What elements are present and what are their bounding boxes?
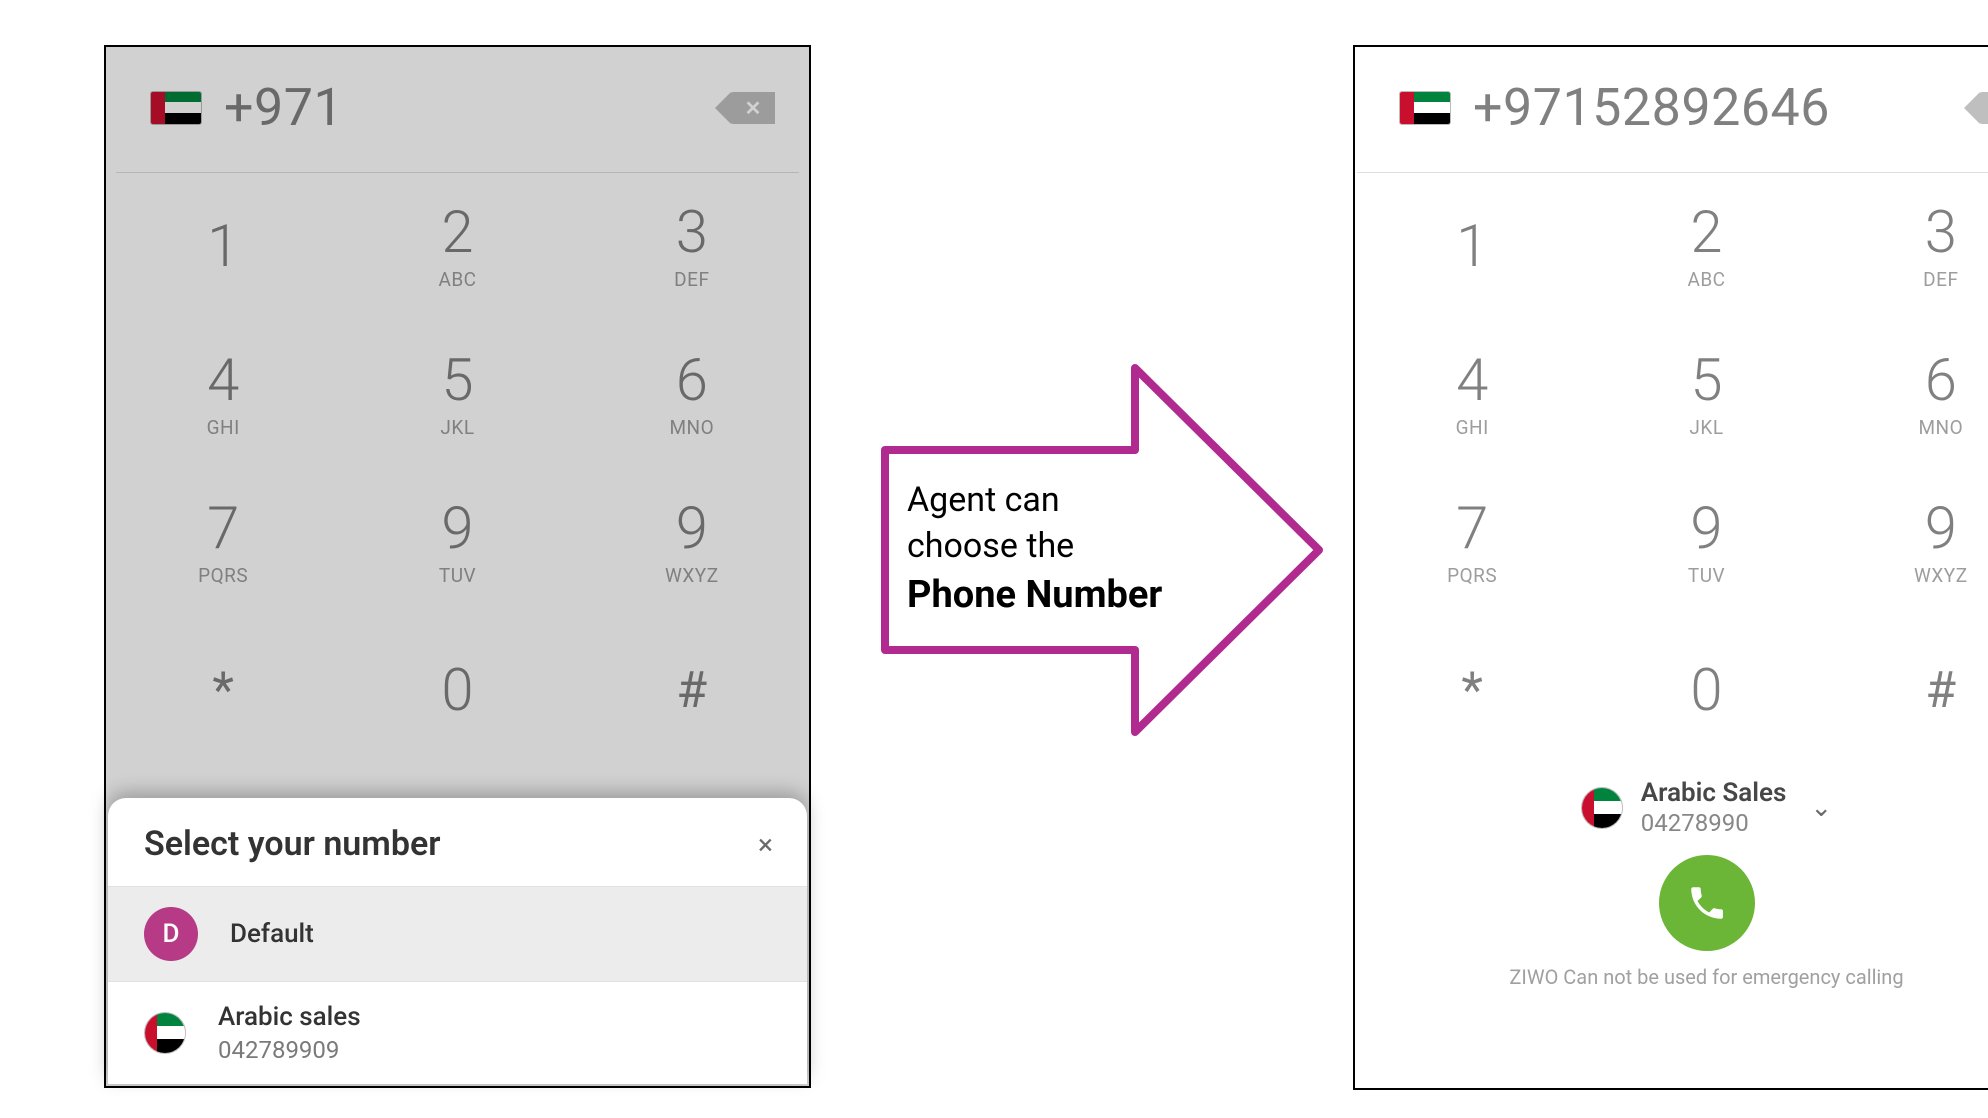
annotation-arrow: Agent can choose the Phone Number (875, 360, 1325, 740)
key-digit: 5 (441, 352, 473, 410)
dialed-number[interactable]: +97152892646 (1473, 77, 1830, 138)
call-button[interactable] (1659, 855, 1755, 951)
caller-id-sheet: Select your number × D Default Arabic sa… (108, 798, 807, 1084)
key-digit: 3 (676, 204, 708, 262)
close-icon[interactable]: × (758, 828, 773, 861)
keypad-key-2[interactable]: 2 ABC (340, 173, 574, 321)
key-letters: TUV (439, 564, 476, 587)
key-digit: 0 (1690, 662, 1722, 720)
keypad-key-0[interactable]: 0 (1589, 617, 1823, 765)
keypad-key-9[interactable]: 9 TUV (340, 469, 574, 617)
backspace-icon: ✕ (745, 98, 762, 118)
keypad-key-*[interactable]: * (106, 617, 340, 765)
dial-keypad: 1 2 ABC 3 DEF 4 GHI 5 JKL 6 MNO 7 PQRS 9 TUV 9 WXYZ * 0 # (1355, 173, 1988, 765)
key-digit: 0 (441, 662, 473, 720)
key-letters: JKL (440, 416, 474, 439)
key-letters: ABC (1687, 268, 1725, 291)
keypad-key-#[interactable]: # (1824, 617, 1988, 765)
key-digit: # (676, 666, 707, 716)
key-letters: GHI (207, 416, 240, 439)
key-letters: JKL (1689, 416, 1723, 439)
keypad-key-1[interactable]: 1 (106, 173, 340, 321)
keypad-key-0[interactable]: 0 (340, 617, 574, 765)
avatar-initial: D (144, 907, 198, 961)
dialer-panel-after: +97152892646 ✕ 1 2 ABC 3 DEF 4 GHI 5 JKL 6 MNO 7 PQR… (1353, 45, 1988, 1090)
key-letters: TUV (1688, 564, 1725, 587)
dialed-number[interactable]: +971 (224, 77, 343, 138)
key-letters: GHI (1456, 416, 1489, 439)
key-digit: 9 (1690, 500, 1722, 558)
key-digit: 6 (676, 352, 708, 410)
option-subtitle: 042789909 (218, 1036, 361, 1064)
number-display: +97152892646 ✕ (1355, 47, 1988, 172)
keypad-key-1[interactable]: 1 (1355, 173, 1589, 321)
key-digit: # (1925, 666, 1956, 716)
country-flag-icon[interactable] (150, 91, 202, 125)
annotation-text: Agent can choose the Phone Number (907, 478, 1162, 621)
keypad-key-3[interactable]: 3 DEF (575, 173, 809, 321)
key-digit: 9 (1925, 500, 1957, 558)
key-digit: 1 (207, 218, 239, 276)
keypad-key-#[interactable]: # (575, 617, 809, 765)
key-letters: PQRS (1447, 564, 1497, 587)
backspace-button[interactable]: ✕ (731, 92, 775, 124)
option-title: Arabic sales (218, 1002, 361, 1032)
sheet-header: Select your number × (108, 798, 807, 886)
keypad-key-9[interactable]: 9 TUV (1589, 469, 1823, 617)
key-letters: WXYZ (665, 564, 719, 587)
key-letters: PQRS (198, 564, 248, 587)
key-digit: 7 (1456, 500, 1488, 558)
caller-id-option-arabic-sales[interactable]: Arabic sales 042789909 (108, 981, 807, 1084)
caller-id-option-default[interactable]: D Default (108, 886, 807, 981)
keypad-key-4[interactable]: 4 GHI (106, 321, 340, 469)
sheet-title: Select your number (144, 824, 440, 864)
key-digit: * (212, 666, 234, 716)
selected-title: Arabic Sales (1641, 779, 1787, 809)
country-flag-icon (144, 1012, 186, 1054)
key-digit: 1 (1456, 218, 1488, 276)
phone-icon (1686, 882, 1728, 924)
keypad-key-9[interactable]: 9 WXYZ (575, 469, 809, 617)
country-flag-icon[interactable] (1399, 91, 1451, 125)
key-letters: DEF (674, 268, 709, 291)
key-digit: 6 (1925, 352, 1957, 410)
key-letters: MNO (669, 416, 714, 439)
caller-id-selector[interactable]: Arabic Sales 04278990 ⌄ (1355, 773, 1988, 837)
keypad-key-7[interactable]: 7 PQRS (1355, 469, 1589, 617)
key-letters: DEF (1923, 268, 1958, 291)
keypad-key-5[interactable]: 5 JKL (340, 321, 574, 469)
keypad-key-3[interactable]: 3 DEF (1824, 173, 1988, 321)
key-digit: 2 (441, 204, 473, 262)
number-display: +971 ✕ (106, 47, 809, 172)
key-digit: 9 (441, 500, 473, 558)
backspace-button[interactable]: ✕ (1980, 92, 1988, 124)
keypad-key-5[interactable]: 5 JKL (1589, 321, 1823, 469)
key-letters: ABC (438, 268, 476, 291)
keypad-key-*[interactable]: * (1355, 617, 1589, 765)
key-letters: MNO (1918, 416, 1963, 439)
selected-subtitle: 04278990 (1641, 809, 1787, 837)
key-digit: 2 (1690, 204, 1722, 262)
keypad-key-6[interactable]: 6 MNO (1824, 321, 1988, 469)
key-digit: 4 (207, 352, 239, 410)
key-digit: 7 (207, 500, 239, 558)
emergency-note: ZIWO Can not be used for emergency calli… (1355, 965, 1988, 1005)
chevron-down-icon: ⌄ (1810, 793, 1832, 823)
dialer-panel-before: +971 ✕ 1 2 ABC 3 DEF 4 GHI 5 JKL 6 MNO 7 PQRS 9 TUV 9 WX… (104, 45, 811, 1088)
keypad-key-6[interactable]: 6 MNO (575, 321, 809, 469)
keypad-key-7[interactable]: 7 PQRS (106, 469, 340, 617)
dial-keypad: 1 2 ABC 3 DEF 4 GHI 5 JKL 6 MNO 7 PQRS 9 TUV 9 WXYZ * 0 # (106, 173, 809, 765)
keypad-key-4[interactable]: 4 GHI (1355, 321, 1589, 469)
key-digit: 4 (1456, 352, 1488, 410)
keypad-key-9[interactable]: 9 WXYZ (1824, 469, 1988, 617)
option-title: Default (230, 919, 314, 949)
key-digit: 9 (676, 500, 708, 558)
key-digit: * (1461, 666, 1483, 716)
country-flag-icon (1581, 787, 1623, 829)
key-digit: 5 (1690, 352, 1722, 410)
key-digit: 3 (1925, 204, 1957, 262)
keypad-key-2[interactable]: 2 ABC (1589, 173, 1823, 321)
key-letters: WXYZ (1914, 564, 1968, 587)
